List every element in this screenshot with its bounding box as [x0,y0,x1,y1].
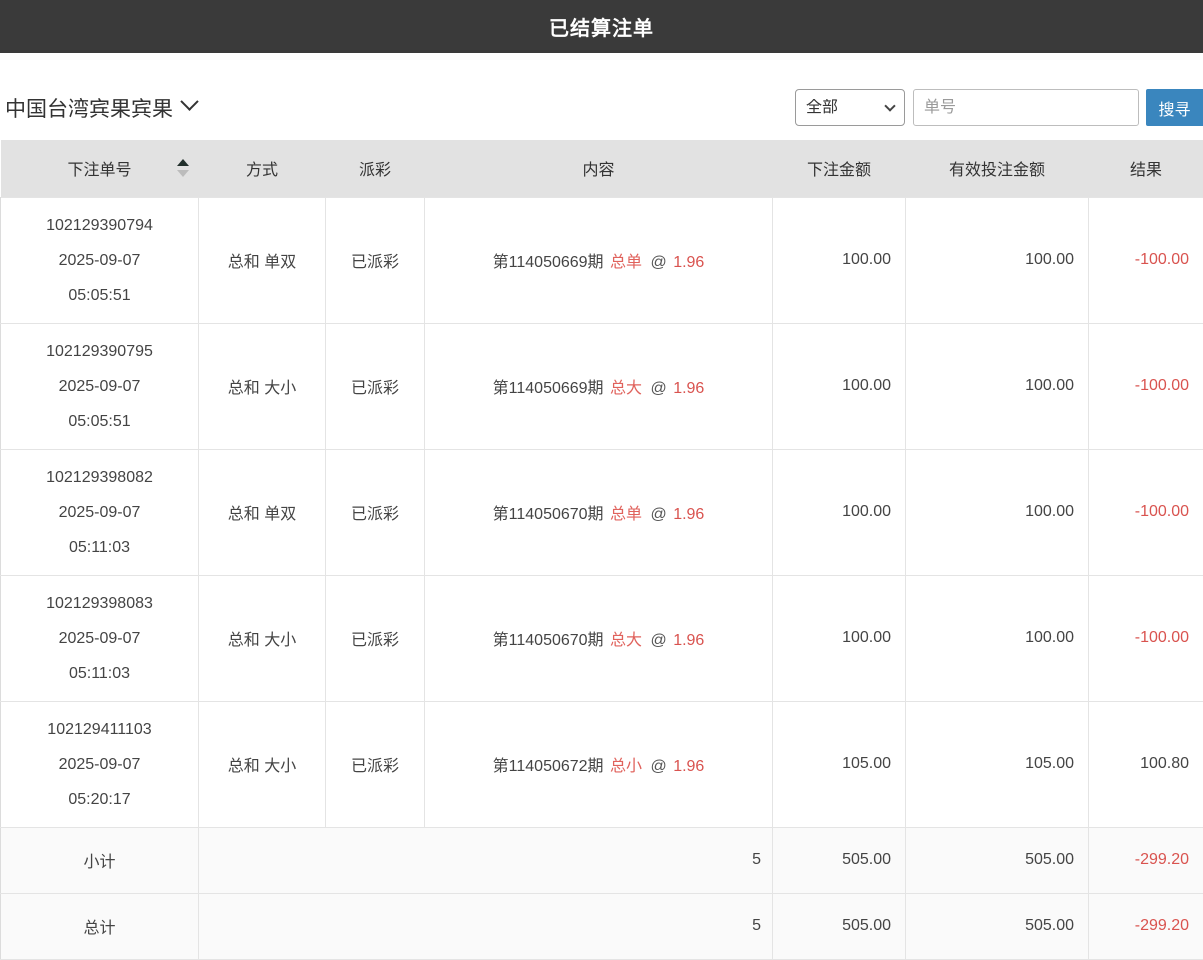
chevron-down-icon [180,92,198,110]
content-cell: 第114050669期 总大 @ 1.96 [425,323,773,449]
valid-amount-cell: 100.00 [906,575,1089,701]
header-valid-amount: 有效投注金额 [906,140,1089,197]
subtotal-valid-amount: 505.00 [906,827,1089,893]
header-method: 方式 [199,140,326,197]
result-cell: 100.80 [1089,701,1203,827]
payout-cell: 已派彩 [326,701,425,827]
order-number-cell: 1021293980822025-09-0705:11:03 [1,449,199,575]
bet-amount-cell: 100.00 [773,197,906,323]
method-cell: 总和 大小 [199,323,326,449]
content-cell: 第114050670期 总单 @ 1.96 [425,449,773,575]
top-bar: 已结算注单 [0,0,1203,53]
total-result: -299.20 [1089,893,1203,959]
bet-amount-cell: 100.00 [773,575,906,701]
result-cell: -100.00 [1089,449,1203,575]
search-button[interactable]: 搜寻 [1146,89,1203,126]
subtotal-result: -299.20 [1089,827,1203,893]
header-result: 结果 [1089,140,1203,197]
order-number-cell: 1021294111032025-09-0705:20:17 [1,701,199,827]
subtotal-count: 5 [199,827,773,893]
valid-amount-cell: 100.00 [906,449,1089,575]
bet-amount-cell: 105.00 [773,701,906,827]
subtotal-label: 小计 [1,827,199,893]
payout-cell: 已派彩 [326,575,425,701]
subtotal-row: 小计 5 505.00 505.00 -299.20 [1,827,1203,893]
content-cell: 第114050670期 总大 @ 1.96 [425,575,773,701]
header-bet-amount: 下注金额 [773,140,906,197]
table-row: 1021293980822025-09-0705:11:03 总和 单双 已派彩… [1,449,1203,575]
order-number-cell: 1021293907942025-09-0705:05:51 [1,197,199,323]
sort-desc-icon [177,170,189,177]
total-label: 总计 [1,893,199,959]
table-row: 1021293980832025-09-0705:11:03 总和 大小 已派彩… [1,575,1203,701]
subtotal-bet-amount: 505.00 [773,827,906,893]
method-cell: 总和 单双 [199,197,326,323]
sort-asc-icon [177,159,189,166]
sort-arrows-icon[interactable] [177,159,189,177]
result-cell: -100.00 [1089,197,1203,323]
total-valid-amount: 505.00 [906,893,1089,959]
total-row: 总计 5 505.00 505.00 -299.20 [1,893,1203,959]
payout-cell: 已派彩 [326,449,425,575]
bet-amount-cell: 100.00 [773,323,906,449]
total-count: 5 [199,893,773,959]
order-number-input[interactable] [913,89,1139,126]
method-cell: 总和 单双 [199,449,326,575]
method-cell: 总和 大小 [199,701,326,827]
valid-amount-cell: 100.00 [906,323,1089,449]
payout-cell: 已派彩 [326,197,425,323]
total-bet-amount: 505.00 [773,893,906,959]
settled-bets-table: 下注单号 方式 派彩 内容 下注金额 有效投注金额 结果 10212939079… [0,140,1203,960]
filter-bar: 中国台湾宾果宾果 全部 搜寻 [0,89,1203,126]
game-selector-label: 中国台湾宾果宾果 [5,93,173,123]
table-row: 1021293907952025-09-0705:05:51 总和 大小 已派彩… [1,323,1203,449]
status-select[interactable]: 全部 [795,89,905,126]
header-payout: 派彩 [326,140,425,197]
order-number-cell: 1021293907952025-09-0705:05:51 [1,323,199,449]
table-row: 1021293907942025-09-0705:05:51 总和 单双 已派彩… [1,197,1203,323]
method-cell: 总和 大小 [199,575,326,701]
valid-amount-cell: 105.00 [906,701,1089,827]
table-row: 1021294111032025-09-0705:20:17 总和 大小 已派彩… [1,701,1203,827]
search-controls: 全部 搜寻 [795,89,1203,126]
bet-amount-cell: 100.00 [773,449,906,575]
game-selector[interactable]: 中国台湾宾果宾果 [5,93,196,123]
valid-amount-cell: 100.00 [906,197,1089,323]
result-cell: -100.00 [1089,575,1203,701]
table-header-row: 下注单号 方式 派彩 内容 下注金额 有效投注金额 结果 [1,140,1203,197]
order-number-cell: 1021293980832025-09-0705:11:03 [1,575,199,701]
content-cell: 第114050669期 总单 @ 1.96 [425,197,773,323]
status-select-wrap: 全部 [795,89,905,126]
header-content: 内容 [425,140,773,197]
header-order-number[interactable]: 下注单号 [1,140,199,197]
result-cell: -100.00 [1089,323,1203,449]
page-title: 已结算注单 [549,12,654,41]
content-cell: 第114050672期 总小 @ 1.96 [425,701,773,827]
payout-cell: 已派彩 [326,323,425,449]
